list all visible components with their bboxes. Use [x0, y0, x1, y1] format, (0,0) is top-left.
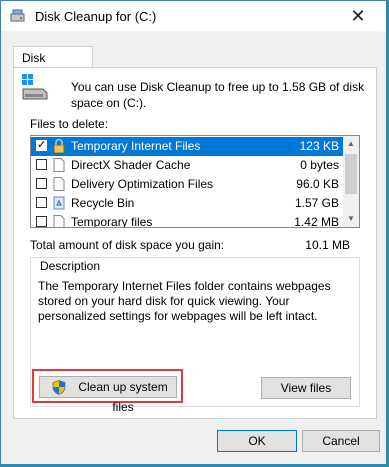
file-size: 123 KB	[299, 139, 339, 153]
checkbox-directx-shader-cache[interactable]	[36, 159, 47, 170]
checkbox-temporary-files[interactable]	[36, 216, 47, 227]
list-item-temporary-internet-files[interactable]: ✓ Temporary Internet Files 123 KB	[31, 137, 345, 156]
file-name: Recycle Bin	[71, 196, 135, 210]
file-size: 1.57 GB	[294, 196, 339, 210]
files-to-delete-label: Files to delete:	[30, 117, 109, 131]
recycle-bin-icon	[53, 196, 65, 210]
description-text: The Temporary Internet Files folder cont…	[38, 279, 331, 323]
file-size: 1.42 MB	[294, 215, 339, 228]
scroll-up-icon[interactable]: ▲	[343, 136, 359, 152]
file-name: DirectX Shader Cache	[71, 158, 191, 172]
clean-up-system-files-label: Clean up system files	[78, 380, 168, 414]
file-icon	[53, 158, 65, 172]
window-title: Disk Cleanup for (C:)	[35, 9, 157, 24]
scrollbar-thumb[interactable]	[345, 154, 357, 194]
checkbox-recycle-bin[interactable]	[36, 197, 47, 208]
checkbox-delivery-optimization-files[interactable]	[36, 178, 47, 189]
intro-text: You can use Disk Cleanup to free up to 1…	[71, 80, 365, 110]
total-space-value: 10.1 MB	[305, 238, 350, 252]
clean-up-system-files-button[interactable]: Clean up system files	[39, 376, 177, 414]
file-size: 96.0 KB	[296, 177, 339, 191]
file-name: Temporary Internet Files	[71, 139, 201, 153]
lock-icon	[53, 139, 65, 153]
total-space-label: Total amount of disk space you gain:	[30, 238, 225, 252]
list-item-directx-shader-cache[interactable]: DirectX Shader Cache 0 bytes	[31, 156, 345, 175]
drive-icon	[22, 74, 48, 100]
view-files-button[interactable]: View files	[261, 377, 351, 399]
file-name: Temporary files	[71, 215, 153, 228]
file-size: 0 bytes	[300, 158, 339, 172]
file-icon	[53, 177, 65, 191]
list-item-delivery-optimization-files[interactable]: Delivery Optimization Files 96.0 KB	[31, 175, 345, 194]
scroll-down-icon[interactable]: ▼	[343, 211, 359, 227]
files-list[interactable]: ✓ Temporary Internet Files 123 KB Direct…	[30, 135, 360, 228]
tab-disk-cleanup[interactable]: Disk Cleanup	[13, 46, 93, 79]
file-name: Delivery Optimization Files	[71, 177, 214, 191]
cancel-button[interactable]: Cancel	[302, 430, 380, 452]
list-scrollbar[interactable]: ▲ ▼	[343, 136, 359, 227]
ok-button[interactable]: OK	[217, 430, 297, 452]
list-item-recycle-bin[interactable]: Recycle Bin 1.57 GB	[31, 194, 345, 213]
close-icon[interactable]: ✕	[336, 1, 380, 31]
disk-cleanup-app-icon	[10, 9, 25, 22]
description-label: Description	[38, 259, 103, 273]
checkbox-temporary-internet-files[interactable]: ✓	[36, 140, 47, 151]
title-bar[interactable]: Disk Cleanup for (C:) ✕	[1, 1, 386, 31]
disk-cleanup-dialog: Disk Cleanup for (C:) ✕ Disk Cleanup You…	[0, 0, 387, 465]
uac-shield-icon	[52, 380, 66, 395]
list-item-temporary-files[interactable]: Temporary files 1.42 MB	[31, 213, 345, 228]
file-icon	[53, 215, 65, 227]
